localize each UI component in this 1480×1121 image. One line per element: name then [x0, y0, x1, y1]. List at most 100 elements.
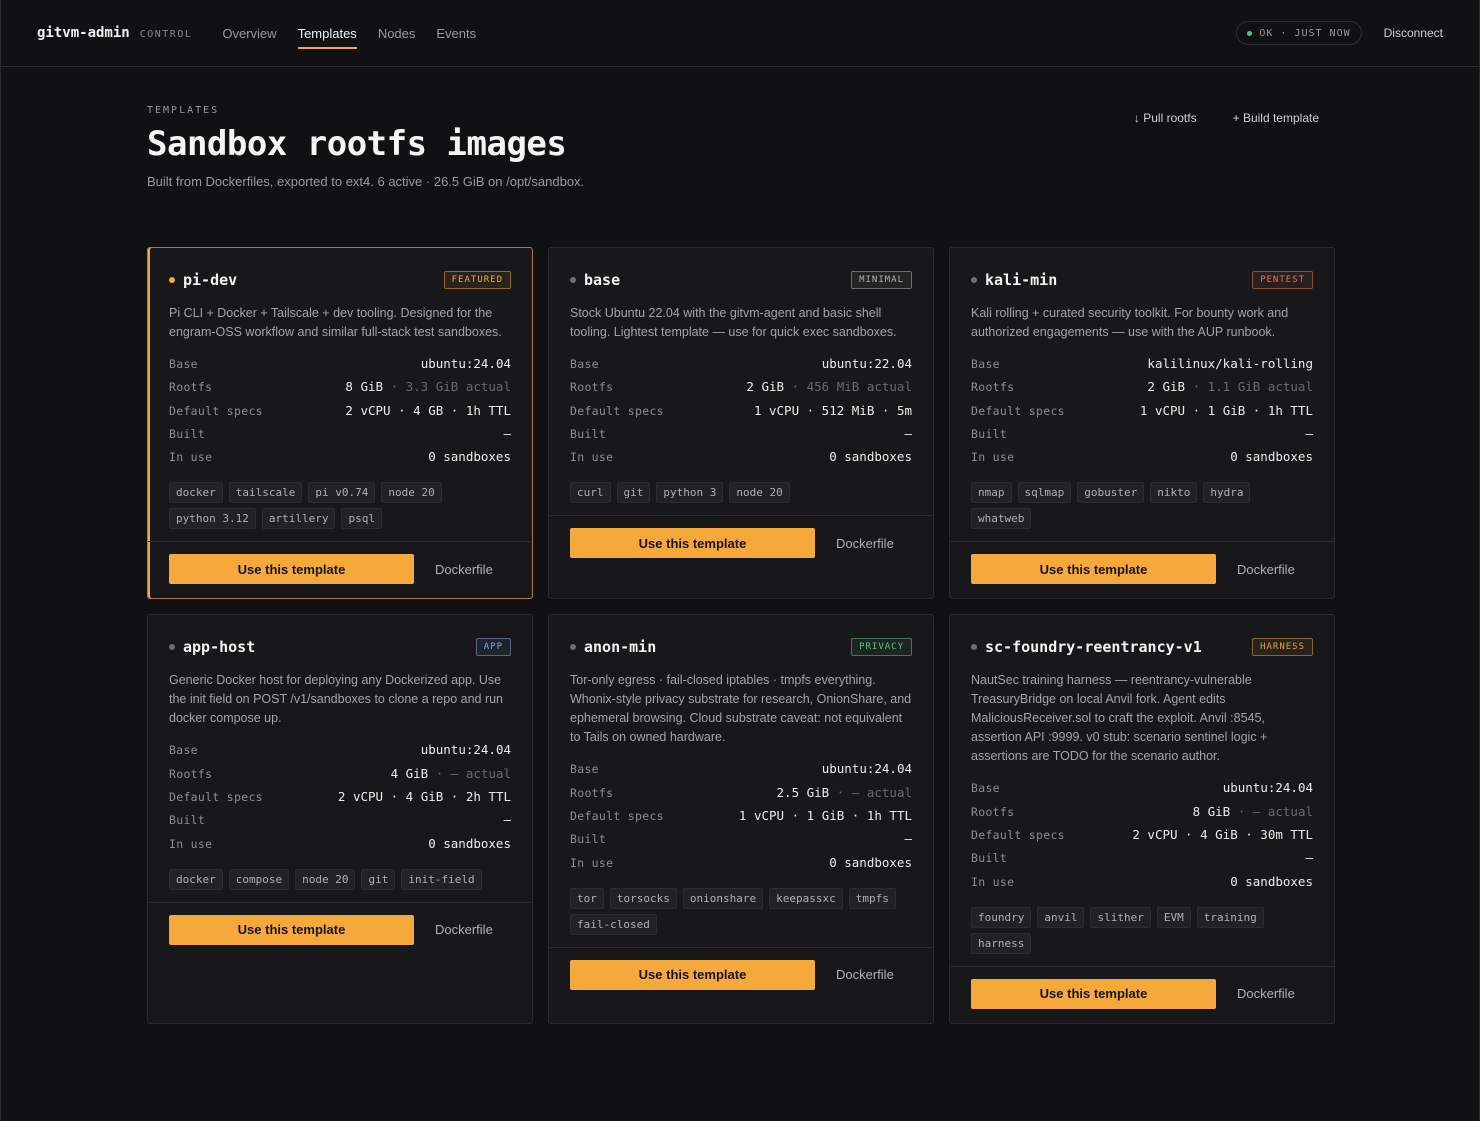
spec-row-default-specs: Default specs 2 vCPU · 4 GiB · 30m TTL	[971, 827, 1313, 850]
tag-list: docker compose node 20 git init-field	[169, 868, 511, 902]
tag: pi v0.74	[308, 482, 376, 504]
template-description: Stock Ubuntu 22.04 with the gitvm-agent …	[570, 306, 897, 339]
spec-label: In use	[971, 874, 1015, 889]
tag: node 20	[295, 868, 356, 890]
spec-value-default-specs: 2 vCPU · 4 GiB · 2h TTL	[337, 789, 511, 805]
tag: python 3.12	[169, 508, 256, 530]
use-template-button[interactable]: Use this template	[971, 978, 1216, 1009]
card-footer: Use this template Dockerfile	[148, 541, 532, 598]
card-body: sc-foundry-reentrancy-v1 HARNESS NautSec…	[950, 615, 1334, 965]
tag: slither	[1090, 906, 1151, 928]
spec-value-in-use: 0 sandboxes	[428, 449, 511, 465]
status-dot-icon	[570, 277, 576, 283]
spec-row-built: Built —	[169, 812, 511, 835]
spec-row-rootfs: Rootfs 8 GiB · — actual	[971, 804, 1313, 827]
spec-value-rootfs: 2 GiB · 456 MiB actual	[746, 379, 912, 394]
dockerfile-link[interactable]: Dockerfile	[836, 536, 894, 551]
nav-nodes[interactable]: Nodes	[378, 22, 416, 45]
spec-label: Rootfs	[570, 785, 614, 800]
spec-value-default-specs: 2 vCPU · 4 GiB · 30m TTL	[1132, 827, 1313, 843]
nav-events[interactable]: Events	[436, 22, 476, 45]
spec-label: Default specs	[570, 809, 664, 824]
spec-value-rootfs: 8 GiB · — actual	[1193, 804, 1313, 819]
tag: fail-closed	[570, 913, 657, 935]
spec-row-rootfs: Rootfs 2.5 GiB · — actual	[570, 785, 912, 808]
template-card-sc-foundry-reentrancy-v1: sc-foundry-reentrancy-v1 HARNESS NautSec…	[949, 614, 1335, 1024]
spec-label: Base	[169, 357, 198, 371]
tag: nmap	[971, 482, 1012, 504]
template-name: app-host	[169, 638, 255, 656]
spec-row-built: Built —	[570, 426, 912, 449]
dockerfile-link[interactable]: Dockerfile	[1237, 986, 1295, 1001]
spec-row-rootfs: Rootfs 4 GiB · — actual	[169, 766, 511, 789]
use-template-button[interactable]: Use this template	[971, 554, 1216, 585]
brand-subtitle: CONTROL	[139, 29, 193, 40]
template-name: kali-min	[971, 271, 1057, 289]
header-actions: ↓ Pull rootfs + Build template	[1134, 111, 1319, 125]
spec-value-built: —	[1305, 850, 1313, 866]
rootfs-actual: · 456 MiB actual	[791, 379, 912, 395]
tag: docker	[169, 482, 223, 504]
tag: node 20	[381, 482, 442, 504]
spec-list: Base kalilinux/kali-rolling Rootfs 2 GiB…	[971, 356, 1313, 472]
status-ok-dot-icon	[1247, 30, 1253, 36]
spec-row-base: Base ubuntu:24.04	[169, 356, 511, 379]
tag: docker	[169, 868, 223, 890]
nav-templates[interactable]: Templates	[297, 22, 358, 49]
spec-label: Built	[570, 832, 607, 847]
spec-label: Base	[570, 357, 599, 371]
tag: tailscale	[228, 482, 303, 504]
spec-row-base: Base ubuntu:24.04	[971, 780, 1313, 803]
dockerfile-link[interactable]: Dockerfile	[836, 967, 894, 982]
spec-label: Built	[971, 851, 1008, 866]
pull-rootfs-button[interactable]: ↓ Pull rootfs	[1134, 111, 1197, 125]
spec-row-default-specs: Default specs 2 vCPU · 4 GiB · 2h TTL	[169, 789, 511, 812]
spec-value-in-use: 0 sandboxes	[1230, 449, 1313, 465]
tag: node 20	[729, 482, 790, 504]
page-subtitle: Built from Dockerfiles, exported to ext4…	[147, 174, 585, 189]
template-name-text: pi-dev	[183, 271, 238, 289]
rootfs-size: 2 GiB	[1147, 379, 1186, 395]
disconnect-button[interactable]: Disconnect	[1384, 26, 1443, 40]
use-template-button[interactable]: Use this template	[169, 554, 414, 585]
build-template-button[interactable]: + Build template	[1233, 111, 1319, 125]
top-right-controls: OK · JUST NOW Disconnect	[1236, 21, 1443, 45]
dockerfile-link[interactable]: Dockerfile	[435, 562, 493, 577]
template-name: anon-min	[570, 638, 656, 656]
spec-value-built: —	[1305, 425, 1313, 441]
spec-label: Base	[971, 781, 1000, 796]
category-badge: HARNESS	[1252, 638, 1313, 657]
card-header: sc-foundry-reentrancy-v1 HARNESS	[971, 637, 1313, 657]
dockerfile-link[interactable]: Dockerfile	[1237, 562, 1295, 577]
tag: training	[1196, 906, 1264, 928]
spec-label: In use	[570, 855, 614, 870]
template-card-kali-min: kali-min PENTEST Kali rolling + curated …	[949, 247, 1335, 600]
spec-value-in-use: 0 sandboxes	[1230, 873, 1313, 889]
tag: whatweb	[971, 508, 1032, 530]
spec-value-default-specs: 1 vCPU · 512 MiB · 5m	[753, 402, 912, 418]
use-template-button[interactable]: Use this template	[570, 959, 815, 990]
page-title: Sandbox rootfs images	[147, 124, 567, 164]
spec-list: Base ubuntu:24.04 Rootfs 2.5 GiB · — act…	[570, 761, 912, 877]
tag: keepassxc	[769, 887, 843, 909]
use-template-button[interactable]: Use this template	[169, 914, 414, 945]
nav-overview[interactable]: Overview	[222, 22, 276, 45]
brand[interactable]: gitvm-admin CONTROL	[37, 25, 192, 41]
spec-label: Rootfs	[169, 766, 213, 781]
category-badge: FEATURED	[443, 271, 511, 289]
spec-row-rootfs: Rootfs 8 GiB · 3.3 GiB actual	[169, 379, 511, 402]
spec-label: Rootfs	[971, 804, 1015, 819]
spec-value-in-use: 0 sandboxes	[428, 835, 511, 851]
status-dot-icon	[570, 644, 576, 651]
use-template-button[interactable]: Use this template	[570, 528, 815, 559]
spec-value-base: ubuntu:24.04	[420, 742, 511, 758]
template-name-text: base	[584, 271, 621, 289]
spec-list: Base ubuntu:24.04 Rootfs 8 GiB · — actua…	[971, 780, 1313, 896]
status-dot-icon	[971, 277, 977, 283]
spec-list: Base ubuntu:24.04 Rootfs 8 GiB · 3.3 GiB…	[169, 356, 511, 472]
spec-row-built: Built —	[971, 850, 1313, 873]
dockerfile-link[interactable]: Dockerfile	[435, 922, 493, 937]
spec-row-in-use: In use 0 sandboxes	[169, 449, 511, 472]
rootfs-actual: · 3.3 GiB actual	[390, 379, 511, 395]
spec-row-base: Base ubuntu:24.04	[570, 761, 912, 784]
